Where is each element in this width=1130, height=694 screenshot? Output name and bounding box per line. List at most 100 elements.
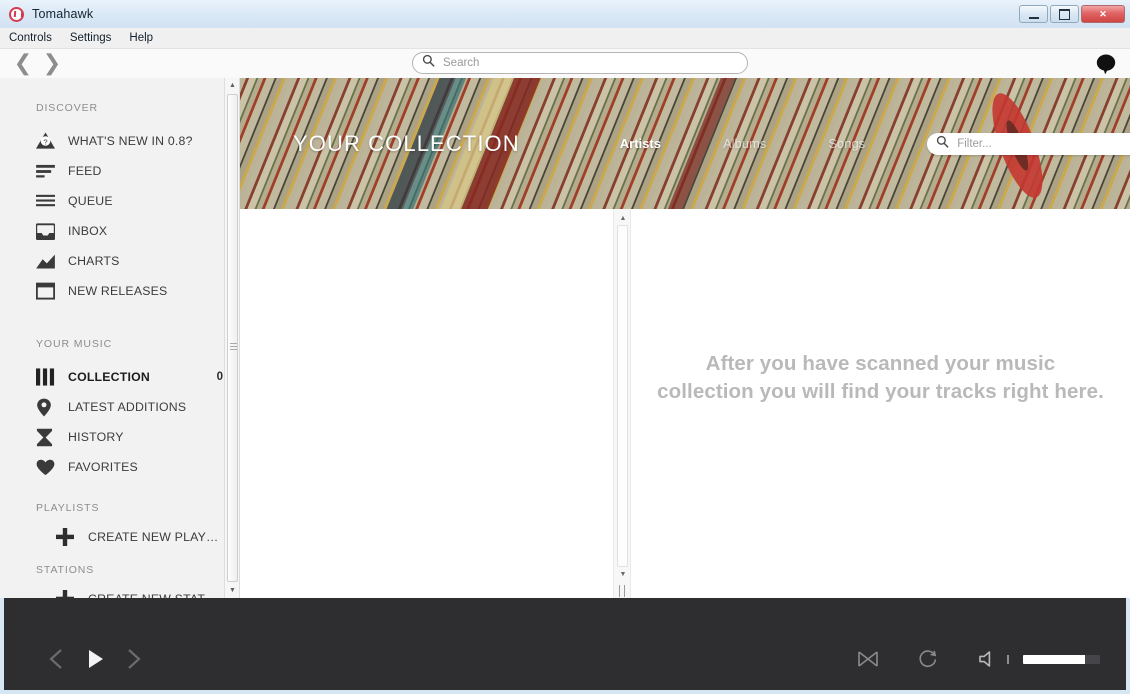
queue-icon	[36, 191, 60, 211]
maximize-icon	[1059, 9, 1070, 20]
volume-min-tick	[1007, 655, 1009, 664]
sidebar-item-label: CREATE NEW PLAY…	[88, 530, 219, 544]
sidebar-scroll-thumb[interactable]	[227, 94, 238, 582]
pane-scroll-thumb[interactable]	[617, 225, 628, 567]
hourglass-icon	[36, 427, 60, 447]
heart-icon	[36, 457, 60, 477]
sidebar-item-charts[interactable]: CHARTS	[0, 246, 239, 276]
window-title: Tomahawk	[32, 7, 93, 21]
collection-tabs: Artists Albums Songs	[620, 133, 1130, 155]
close-icon: ✕	[1099, 9, 1107, 20]
collection-bars-icon	[36, 367, 60, 387]
search-input[interactable]	[441, 56, 725, 70]
close-button[interactable]: ✕	[1081, 5, 1125, 23]
player-options	[827, 645, 1100, 673]
menu-controls[interactable]: Controls	[9, 32, 52, 44]
scroll-down-icon[interactable]: ▼	[614, 567, 632, 581]
collection-filter-box[interactable]	[927, 133, 1130, 155]
global-search-box[interactable]	[412, 52, 748, 74]
sidebar-section-stations: STATIONS CREATE NEW STAT…	[0, 552, 239, 598]
search-icon	[936, 135, 949, 153]
tab-artists[interactable]: Artists	[620, 136, 661, 151]
plus-icon	[56, 589, 80, 598]
sidebar-section-playlists: PLAYLISTS CREATE NEW PLAY…	[0, 482, 239, 552]
volume-speaker-icon[interactable]	[969, 645, 1007, 673]
sidebar-item-collection[interactable]: COLLECTION 0	[0, 362, 239, 392]
maximize-button[interactable]	[1050, 5, 1079, 23]
collection-banner: YOUR COLLECTION Artists Albums Songs	[240, 78, 1130, 209]
sidebar-item-label: NEW RELEASES	[68, 284, 167, 298]
sidebar-section-discover: DISCOVER ? WHAT'S NEW IN 0.8? FEED	[0, 78, 239, 306]
sidebar-item-new-releases[interactable]: NEW RELEASES	[0, 276, 239, 306]
collection-panes: ▲ ▼ After you have scanned your music co…	[240, 209, 1130, 598]
sidebar-item-inbox[interactable]: INBOX	[0, 216, 239, 246]
new-releases-icon	[36, 281, 60, 301]
sidebar-item-label: WHAT'S NEW IN 0.8?	[68, 134, 193, 148]
chevron-right-icon[interactable]: ❯	[40, 52, 64, 76]
search-icon	[422, 54, 435, 72]
next-track-icon[interactable]	[114, 645, 152, 673]
speech-bubble-icon[interactable]	[1094, 52, 1118, 76]
banner-content: YOUR COLLECTION Artists Albums Songs	[240, 78, 1130, 209]
sidebar-item-create-playlist[interactable]: CREATE NEW PLAY…	[0, 522, 239, 552]
sidebar-item-label: INBOX	[68, 224, 107, 238]
tomahawk-window: Tomahawk ✕ Controls Settings Help ❮ ❯	[0, 0, 1130, 694]
tab-albums[interactable]: Albums	[723, 136, 766, 151]
sidebar-section-title: PLAYLISTS	[0, 502, 239, 514]
scroll-up-icon[interactable]: ▲	[614, 211, 632, 225]
sidebar-item-label: COLLECTION	[68, 370, 150, 384]
sidebar-item-history[interactable]: HISTORY	[0, 422, 239, 452]
player-bar	[4, 598, 1126, 690]
chevron-left-icon[interactable]: ❮	[11, 52, 35, 76]
sidebar-item-label: LATEST ADDITIONS	[68, 400, 186, 414]
sidebar-item-label: FAVORITES	[68, 460, 138, 474]
splitter-handle-icon[interactable]	[618, 585, 628, 597]
sidebar-section-title: YOUR MUSIC	[0, 338, 239, 350]
minimize-button[interactable]	[1019, 5, 1048, 23]
feed-icon	[36, 161, 60, 181]
tomahawk-logo-icon	[9, 7, 24, 22]
plus-icon	[56, 527, 80, 547]
tab-songs[interactable]: Songs	[828, 136, 865, 151]
scroll-up-icon[interactable]: ▲	[225, 78, 240, 93]
collection-count: 0	[217, 371, 223, 383]
sidebar-item-queue[interactable]: QUEUE	[0, 186, 239, 216]
filter-input[interactable]	[955, 137, 1119, 151]
window-controls: ✕	[1019, 5, 1125, 23]
charts-icon	[36, 251, 60, 271]
scroll-down-icon[interactable]: ▼	[225, 583, 240, 598]
top-toolbar: ❮ ❯	[0, 49, 1130, 79]
tracks-pane: After you have scanned your music collec…	[631, 209, 1130, 598]
sidebar-section-your-music: YOUR MUSIC COLLECTION 0 LATEST ADDITIONS	[0, 306, 239, 482]
title-bar: Tomahawk ✕	[0, 0, 1130, 28]
main-body: DISCOVER ? WHAT'S NEW IN 0.8? FEED	[0, 78, 1130, 598]
sidebar-item-label: QUEUE	[68, 194, 113, 208]
page-title: YOUR COLLECTION	[293, 131, 520, 157]
scroll-grip-icon	[230, 343, 237, 350]
pane-splitter[interactable]: ▲ ▼	[613, 209, 631, 598]
sidebar-section-title: DISCOVER	[0, 102, 239, 114]
sidebar-section-title: STATIONS	[0, 564, 239, 576]
sidebar-item-latest-additions[interactable]: LATEST ADDITIONS	[0, 392, 239, 422]
shuffle-icon[interactable]	[849, 645, 887, 673]
sidebar-item-label: FEED	[68, 164, 102, 178]
svg-text:?: ?	[43, 137, 47, 146]
sidebar-item-favorites[interactable]: FAVORITES	[0, 452, 239, 482]
sidebar-item-whats-new[interactable]: ? WHAT'S NEW IN 0.8?	[0, 126, 239, 156]
previous-track-icon[interactable]	[38, 645, 76, 673]
sidebar-item-create-station[interactable]: CREATE NEW STAT…	[0, 584, 239, 598]
repeat-icon[interactable]	[909, 645, 947, 673]
collection-view: YOUR COLLECTION Artists Albums Songs	[240, 78, 1130, 598]
transport-controls	[38, 645, 152, 673]
play-icon[interactable]	[76, 645, 114, 673]
map-pin-icon	[36, 397, 60, 417]
sidebar-item-feed[interactable]: FEED	[0, 156, 239, 186]
inbox-icon	[36, 221, 60, 241]
menu-settings[interactable]: Settings	[70, 32, 112, 44]
menu-help[interactable]: Help	[129, 32, 153, 44]
whats-new-badge-icon: ?	[36, 131, 60, 151]
artists-list-pane[interactable]	[240, 209, 613, 598]
volume-slider[interactable]	[1023, 655, 1100, 664]
sidebar-scrollbar[interactable]: ▲ ▼	[224, 78, 239, 598]
minimize-icon	[1029, 17, 1039, 19]
